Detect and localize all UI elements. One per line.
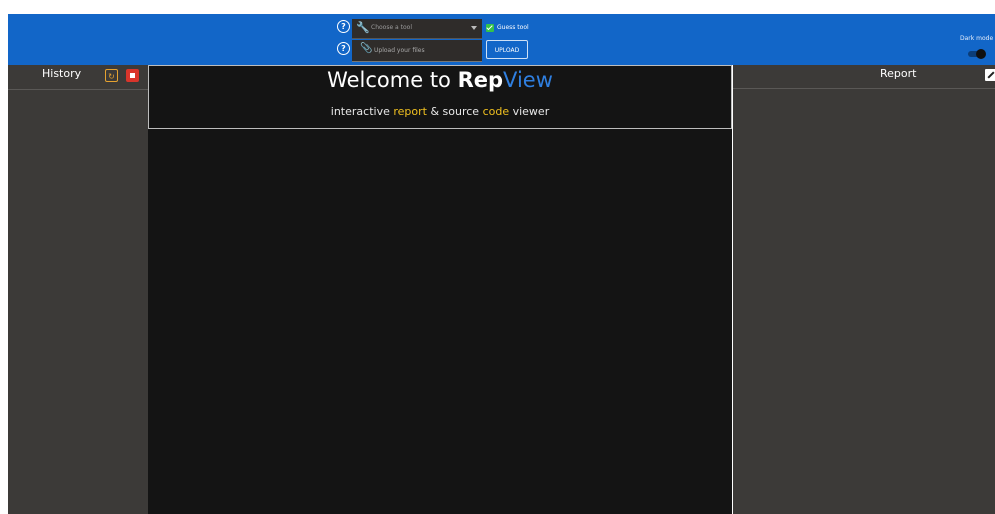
upload-button[interactable]: UPLOAD xyxy=(486,40,528,59)
refresh-button[interactable]: ↻ xyxy=(105,69,118,82)
divider xyxy=(733,88,995,89)
dark-mode-toggle-knob[interactable] xyxy=(976,49,986,59)
subtitle-part: & source xyxy=(426,105,483,118)
subtitle-part: viewer xyxy=(509,105,550,118)
history-panel: History xyxy=(8,65,148,514)
brand-rep: Rep xyxy=(457,68,504,92)
delete-history-button[interactable] xyxy=(126,69,139,82)
trash-icon xyxy=(130,73,135,78)
subtitle-report: report xyxy=(393,105,427,118)
help-icon[interactable]: ? xyxy=(337,20,350,33)
history-title: History xyxy=(42,67,82,80)
brand-view: View xyxy=(503,68,553,92)
chevron-down-icon xyxy=(471,26,477,30)
guess-tool-checkbox[interactable] xyxy=(486,24,494,32)
welcome-banner: Welcome to RepView interactive report & … xyxy=(148,65,732,129)
welcome-subtitle: interactive report & source code viewer xyxy=(149,105,731,118)
edit-report-button[interactable] xyxy=(985,69,995,81)
help-icon[interactable]: ? xyxy=(337,42,350,55)
report-title: Report xyxy=(880,67,917,80)
wrench-icon: 🔧 xyxy=(356,21,370,34)
file-upload-field[interactable]: 📎 Upload your files xyxy=(352,40,482,62)
guess-tool-label: Guess tool xyxy=(497,24,529,31)
tool-select-placeholder: Choose a tool xyxy=(371,24,413,31)
edit-icon xyxy=(987,71,995,79)
subtitle-code: code xyxy=(482,105,510,118)
subtitle-part: interactive xyxy=(330,105,394,118)
paperclip-icon: 📎 xyxy=(360,43,373,54)
upload-placeholder: Upload your files xyxy=(374,47,425,54)
main-viewer xyxy=(148,65,732,514)
dark-mode-label: Dark mode xyxy=(960,35,994,42)
tool-select[interactable]: 🔧 Choose a tool xyxy=(352,19,482,39)
refresh-icon: ↻ xyxy=(108,72,115,81)
welcome-title-prefix: Welcome to xyxy=(327,68,458,92)
welcome-title: Welcome to RepView xyxy=(149,68,731,92)
report-panel: Report xyxy=(733,65,995,514)
divider xyxy=(8,89,148,90)
